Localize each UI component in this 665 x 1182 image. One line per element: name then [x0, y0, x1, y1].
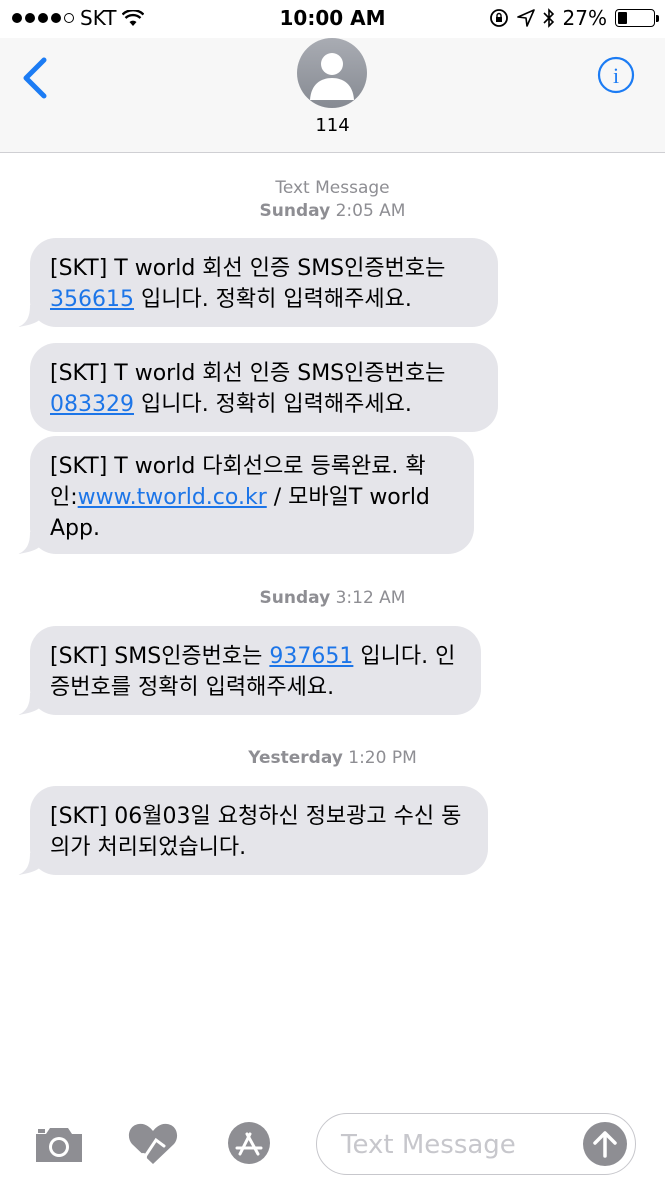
timestamp-time: 1:20 PM: [348, 748, 417, 768]
message-text: 입니다. 정확히 입력해주세요.: [133, 287, 412, 312]
contact-avatar[interactable]: [297, 38, 367, 108]
bubble-tail: [18, 305, 48, 327]
orientation-lock-icon: [489, 9, 508, 27]
verification-code-link[interactable]: 937651: [269, 644, 353, 669]
message-bubble[interactable]: [SKT] T world 다회선으로 등록완료. 확인:www.tworld.…: [18, 436, 474, 554]
bubble-tail: [18, 693, 48, 715]
timestamp: Sunday 2:05 AM: [0, 200, 665, 223]
message-bubble[interactable]: [SKT] SMS인증번호는 937651 입니다. 인증번호를 정확히 입력해…: [18, 626, 481, 715]
timestamp-day: Yesterday: [248, 748, 343, 768]
timestamp: Sunday 3:12 AM: [0, 587, 665, 610]
battery-percent: 27%: [562, 6, 607, 30]
battery-level: [618, 12, 628, 24]
timestamp-time: 3:12 AM: [335, 588, 406, 608]
camera-icon[interactable]: [32, 1120, 86, 1166]
status-right: 27%: [489, 6, 659, 30]
timestamp: Yesterday 1:20 PM: [0, 747, 665, 770]
bluetooth-icon: [542, 8, 554, 28]
contact-name[interactable]: 114: [0, 115, 665, 136]
back-chevron-icon[interactable]: [18, 56, 52, 100]
message-bubble[interactable]: [SKT] 06월03일 요청하신 정보광고 수신 동의가 처리되었습니다.: [18, 786, 488, 875]
message-text: [SKT] SMS인증번호는: [50, 644, 270, 669]
location-icon: [516, 9, 535, 27]
conversation-type-label: Text Message: [275, 178, 390, 198]
send-arrow-icon: [593, 1131, 617, 1158]
person-silhouette-icon: [310, 53, 354, 100]
message-text: [SKT] T world 회선 인증 SMS인증번호는: [50, 361, 446, 386]
message-text: [SKT] 06월03일 요청하신 정보광고 수신 동의가 처리되었습니다.: [50, 804, 462, 860]
message-input[interactable]: Text Message: [316, 1113, 636, 1175]
conversation-header: 114 i: [0, 38, 665, 153]
status-bar: SKT 10:00 AM 27%: [0, 0, 665, 38]
bubble-tail: [18, 532, 48, 554]
message-bubble[interactable]: [SKT] T world 회선 인증 SMS인증번호는 083329 입니다.…: [30, 343, 498, 432]
timestamp-day: Sunday: [259, 201, 331, 221]
verification-code-link[interactable]: 356615: [50, 287, 134, 312]
battery-icon: [615, 9, 659, 27]
message-input-placeholder: Text Message: [341, 1130, 516, 1160]
website-link[interactable]: www.tworld.co.kr: [78, 485, 267, 510]
message-bubble[interactable]: [SKT] T world 회선 인증 SMS인증번호는 356615 입니다.…: [18, 238, 498, 327]
verification-code-link[interactable]: 083329: [50, 392, 134, 417]
bubble-tail: [18, 853, 48, 875]
timestamp-time: 2:05 AM: [335, 201, 406, 221]
message-text: [SKT] T world 회선 인증 SMS인증번호는: [50, 256, 446, 281]
svg-text:i: i: [613, 63, 619, 88]
app-store-icon[interactable]: [222, 1120, 276, 1166]
info-icon[interactable]: i: [597, 56, 635, 94]
timestamp-day: Sunday: [259, 588, 331, 608]
input-bar: Text Message: [0, 1100, 665, 1182]
message-text: 입니다. 정확히 입력해주세요.: [133, 392, 412, 417]
send-button[interactable]: [583, 1122, 627, 1166]
digital-touch-icon[interactable]: [126, 1120, 180, 1166]
